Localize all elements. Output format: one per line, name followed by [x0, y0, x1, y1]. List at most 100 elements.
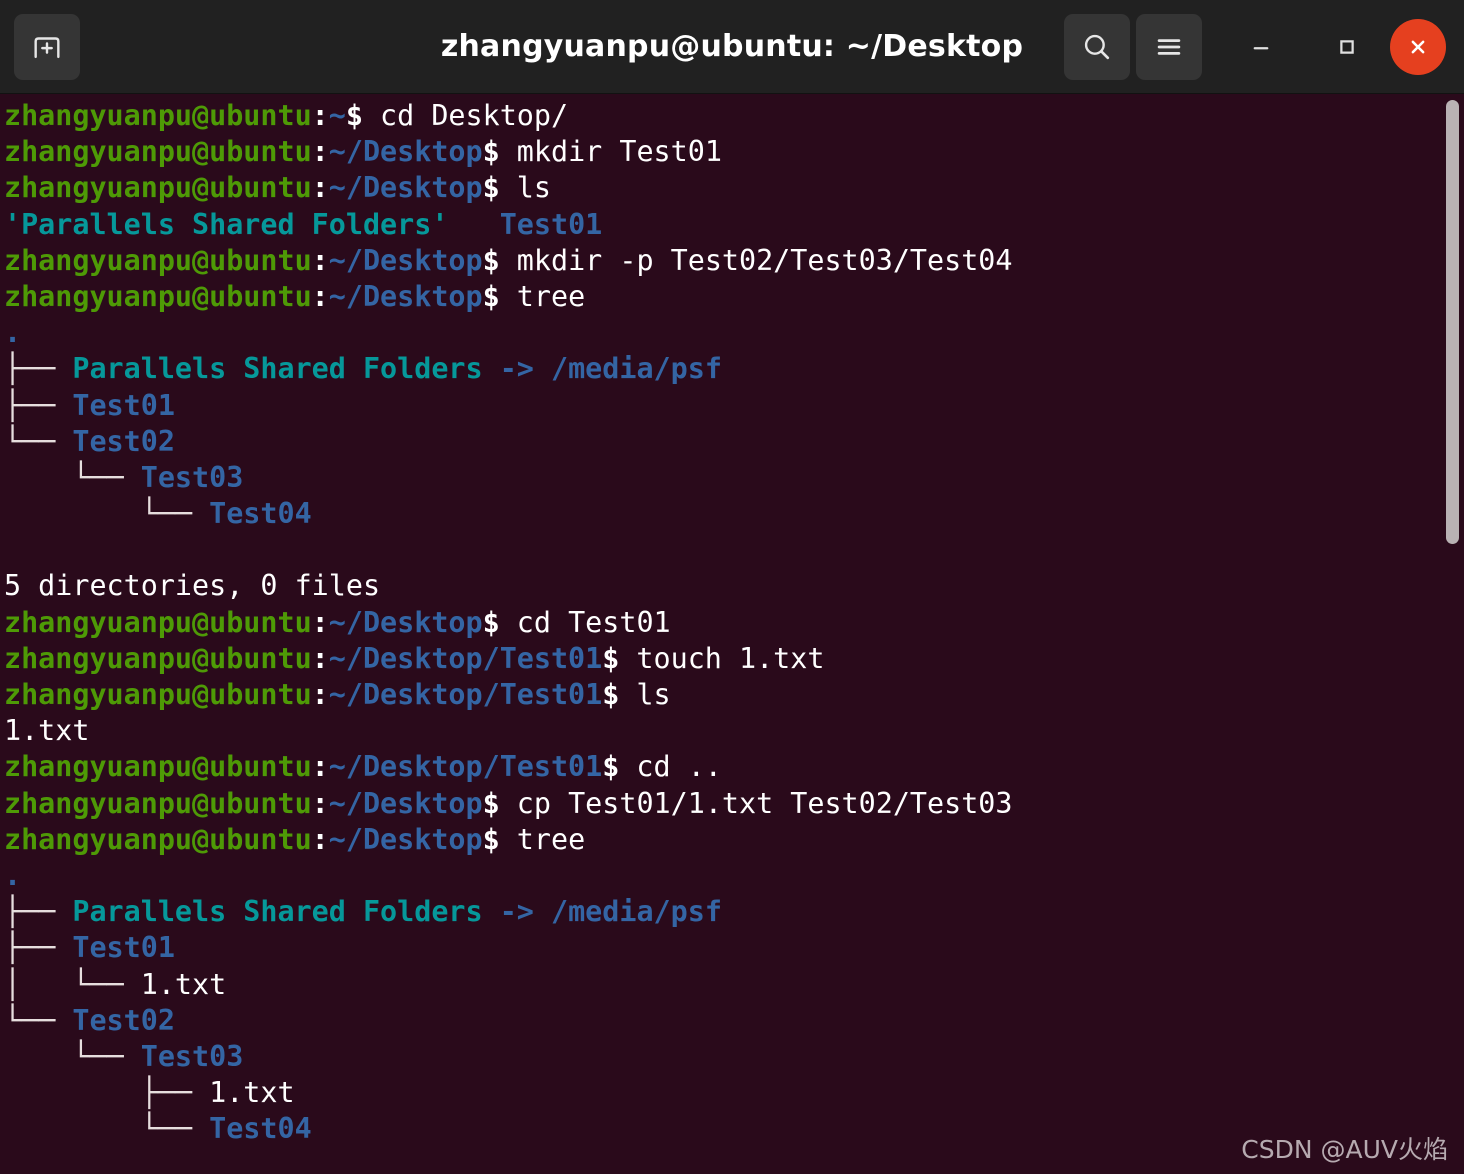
tree-branch-glyph: └──	[4, 497, 210, 531]
terminal-line: zhangyuanpu@ubuntu:~/Desktop$ mkdir -p T…	[4, 243, 1012, 279]
terminal-line: .	[4, 315, 1012, 351]
tree-entry-name: 1.txt	[140, 967, 227, 1001]
prompt-user-host: zhangyuanpu@ubuntu	[4, 822, 312, 856]
terminal-output: zhangyuanpu@ubuntu:~$ cd Desktop/zhangyu…	[0, 94, 1012, 1147]
title-bar-right-controls	[1064, 13, 1450, 80]
terminal-command: cd Desktop/	[362, 99, 569, 132]
tree-entry-name: Test04	[209, 497, 312, 531]
watermark: CSDN @AUV火焰	[1241, 1135, 1448, 1164]
tree-branch-glyph: ├──	[4, 352, 73, 386]
terminal-command: tree	[499, 279, 586, 313]
prompt-path: ~/Desktop	[328, 279, 483, 313]
title-bar-left-controls	[14, 13, 80, 80]
tree-entry-name: Test04	[209, 1112, 312, 1146]
search-icon	[1084, 34, 1110, 59]
close-icon	[1411, 40, 1425, 53]
terminal-command: cp Test01/1.txt Test02/Test03	[499, 786, 1013, 820]
prompt-user-host: zhangyuanpu@ubuntu	[4, 678, 312, 711]
prompt-dollar: $	[602, 641, 620, 675]
prompt-colon: :	[311, 171, 329, 205]
terminal-command: ls	[619, 678, 671, 711]
terminal-line: zhangyuanpu@ubuntu:~/Desktop$ ls	[4, 170, 1012, 206]
terminal-line: zhangyuanpu@ubuntu:~/Desktop/Test01$ cd …	[4, 749, 1012, 785]
prompt-colon: :	[311, 786, 329, 820]
prompt-dollar: $	[602, 750, 620, 784]
terminal-line: └── Test03	[4, 1039, 1012, 1075]
prompt-dollar: $	[482, 279, 500, 313]
terminal-line: ├── 1.txt	[4, 1075, 1012, 1111]
terminal-command: cd Test01	[499, 605, 671, 639]
new-tab-button[interactable]	[14, 13, 80, 80]
terminal-line: .	[4, 858, 1012, 894]
tree-entry-name: Parallels Shared Folders	[72, 895, 483, 929]
ls-entry-directory: Test01	[499, 207, 603, 241]
symlink-arrow: ->	[482, 895, 551, 929]
terminal-command: mkdir Test01	[499, 135, 722, 169]
symlink-arrow: ->	[482, 352, 551, 386]
terminal-scrollbar-track[interactable]	[1442, 94, 1464, 1174]
terminal-command: tree	[499, 822, 586, 856]
prompt-dollar: $	[482, 171, 500, 205]
symlink-target: /media/psf	[550, 895, 722, 929]
search-button[interactable]	[1064, 13, 1130, 80]
terminal-command: touch 1.txt	[619, 641, 825, 675]
prompt-colon: :	[311, 99, 329, 132]
new-tab-icon	[34, 36, 60, 58]
prompt-path: ~/Desktop/Test01	[328, 750, 603, 784]
hamburger-menu-icon	[1157, 38, 1181, 55]
prompt-path: ~/Desktop	[328, 243, 483, 277]
prompt-dollar: $	[482, 786, 500, 820]
terminal-line: zhangyuanpu@ubuntu:~/Desktop$ mkdir Test…	[4, 134, 1012, 170]
terminal-line: ├── Test01	[4, 388, 1012, 424]
tree-branch-glyph: └──	[4, 1039, 141, 1073]
prompt-dollar: $	[345, 99, 363, 132]
close-button[interactable]	[1390, 18, 1446, 75]
terminal-line: zhangyuanpu@ubuntu:~/Desktop$ cd Test01	[4, 605, 1012, 641]
prompt-user-host: zhangyuanpu@ubuntu	[4, 786, 312, 820]
terminal-body[interactable]: zhangyuanpu@ubuntu:~$ cd Desktop/zhangyu…	[0, 94, 1464, 1174]
prompt-colon: :	[311, 678, 329, 711]
maximize-button[interactable]	[1316, 16, 1378, 78]
terminal-line: ├── Parallels Shared Folders -> /media/p…	[4, 894, 1012, 930]
prompt-dollar: $	[482, 822, 500, 856]
tree-entry-name: 1.txt	[209, 1076, 295, 1110]
terminal-command: mkdir -p Test02/Test03/Test04	[499, 243, 1013, 277]
terminal-line: └── Test03	[4, 460, 1012, 496]
tree-branch-glyph: ├──	[4, 388, 73, 422]
prompt-path: ~/Desktop	[328, 605, 483, 639]
terminal-output-text: 5 directories, 0 files	[4, 569, 381, 603]
tree-entry-name: Test03	[140, 460, 244, 494]
prompt-colon: :	[311, 243, 329, 277]
tree-branch-glyph: │ └──	[4, 967, 141, 1001]
prompt-colon: :	[311, 279, 329, 313]
tree-branch-glyph: ├──	[4, 931, 73, 965]
minimize-icon	[1253, 46, 1269, 49]
prompt-path: ~/Desktop	[328, 786, 483, 820]
terminal-line: zhangyuanpu@ubuntu:~$ cd Desktop/	[4, 98, 1012, 134]
prompt-path: ~/Desktop/Test01	[328, 678, 603, 711]
maximize-icon	[1340, 39, 1354, 54]
terminal-scrollbar-thumb[interactable]	[1446, 100, 1459, 544]
prompt-path: ~/Desktop	[328, 822, 483, 856]
ls-entry-symlink: 'Parallels Shared Folders'	[4, 207, 449, 241]
minimize-button[interactable]	[1230, 16, 1292, 78]
menu-button[interactable]	[1136, 13, 1202, 80]
tree-branch-glyph: └──	[4, 1112, 210, 1146]
prompt-colon: :	[311, 641, 329, 675]
symlink-target: /media/psf	[550, 352, 722, 386]
prompt-user-host: zhangyuanpu@ubuntu	[4, 750, 312, 784]
prompt-user-host: zhangyuanpu@ubuntu	[4, 641, 312, 675]
terminal-line: zhangyuanpu@ubuntu:~/Desktop$ tree	[4, 822, 1012, 858]
prompt-dollar: $	[602, 678, 620, 711]
terminal-output-text: 1.txt	[4, 714, 90, 748]
terminal-line	[4, 532, 1012, 568]
terminal-line: 1.txt	[4, 713, 1012, 749]
terminal-line: └── Test02	[4, 424, 1012, 460]
prompt-user-host: zhangyuanpu@ubuntu	[4, 99, 312, 132]
terminal-line: └── Test04	[4, 496, 1012, 532]
tree-branch-glyph: ├──	[4, 1076, 210, 1110]
tree-entry-name: Test01	[72, 931, 175, 965]
terminal-command: ls	[499, 171, 551, 205]
prompt-dollar: $	[482, 135, 500, 169]
